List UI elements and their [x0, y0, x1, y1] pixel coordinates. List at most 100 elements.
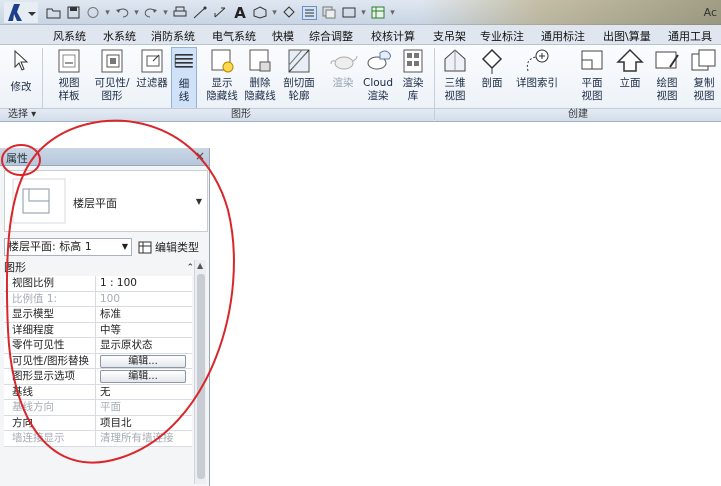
close-hidden-icon[interactable] — [320, 4, 338, 22]
collapse-icon[interactable]: ⌃ — [186, 260, 194, 276]
tab-verification[interactable]: 校核计算 — [371, 28, 415, 44]
prop-row: 详细程度 中等 — [4, 322, 192, 338]
product-brand: Ac — [703, 6, 717, 19]
plan-views-button[interactable]: 平面 视图 — [576, 47, 608, 103]
tab-general-annotation[interactable]: 通用标注 — [541, 28, 585, 44]
thin-lines-button[interactable]: 细 线 — [171, 47, 197, 109]
tab-water-system[interactable]: 水系统 — [103, 28, 136, 44]
tab-supports[interactable]: 支吊架 — [433, 28, 466, 44]
show-hidden-lines-icon — [211, 49, 234, 73]
remove-hidden-lines-button[interactable]: 删除 隐藏线 — [243, 47, 277, 103]
undo-icon[interactable] — [113, 4, 131, 22]
view-template-button[interactable]: 视图 样板 — [50, 47, 88, 103]
app-logo-icon[interactable] — [4, 2, 38, 23]
cloud-render-icon — [367, 50, 391, 70]
properties-header: 属性 × — [0, 148, 209, 166]
category-graphics[interactable]: 图形 ⌃ — [4, 260, 196, 276]
ribbon-panel: 修改 视图 样板 可见性/ 图形 过滤器 细 线 显示 隐藏线 删除 隐藏线 剖… — [0, 45, 721, 122]
section-icon[interactable] — [280, 4, 298, 22]
graphics-panel-label: 图形 — [48, 108, 434, 121]
detail-level-input[interactable]: 中等 — [96, 323, 192, 338]
view-scale-input[interactable]: 1 : 100 — [96, 276, 192, 291]
underlay-input[interactable]: 无 — [96, 385, 192, 400]
render-gallery-button[interactable]: 渲染 库 — [398, 47, 428, 103]
display-model-input[interactable]: 标准 — [96, 307, 192, 322]
duplicate-view-button[interactable]: 复制 视图 — [688, 47, 720, 103]
render-button[interactable]: 渲染 — [329, 47, 358, 90]
text-icon[interactable]: A — [231, 4, 249, 22]
house-3d-icon — [444, 49, 466, 72]
title-bar: ▾ ▾ ▾ A ▾ ▾ ▾ Ac — [0, 0, 721, 25]
3d-view-button[interactable]: 三维 视图 — [438, 47, 472, 103]
tab-air-system[interactable]: 风系统 — [53, 28, 86, 44]
properties-palette: 属性 × 楼层平面 ▼ 楼层平面: 标高 1 ▼ 编辑类型 图形 ⌃ 视图比例 … — [0, 148, 210, 486]
tab-discipline-annotation[interactable]: 专业标注 — [480, 28, 524, 44]
save-icon[interactable] — [64, 4, 82, 22]
cursor-icon — [14, 49, 29, 71]
prop-row: 可见性/图形替换 编辑... — [4, 353, 192, 369]
tab-general-tools[interactable]: 通用工具 — [668, 28, 712, 44]
edit-type-icon — [138, 241, 152, 253]
workspace-gap — [0, 122, 721, 148]
view-template-icon — [58, 49, 80, 73]
thin-lines-qat-icon[interactable] — [300, 4, 318, 22]
elevation-button[interactable]: 立面 — [614, 47, 646, 90]
tab-fire-system[interactable]: 消防系统 — [151, 28, 195, 44]
type-selector[interactable]: 楼层平面 ▼ — [4, 170, 208, 232]
tab-electrical-system[interactable]: 电气系统 — [212, 28, 256, 44]
visibility-overrides-edit-button[interactable]: 编辑... — [100, 354, 186, 368]
properties-scrollbar[interactable]: ▲ — [194, 260, 206, 484]
scroll-thumb[interactable] — [197, 274, 205, 479]
drafting-view-icon — [655, 51, 679, 69]
3d-view-icon[interactable] — [251, 4, 269, 22]
prop-row: 墙连接显示 清理所有墙连接 — [4, 431, 192, 447]
show-hidden-lines-button[interactable]: 显示 隐藏线 — [205, 47, 239, 103]
dimension-icon[interactable] — [211, 4, 229, 22]
chevron-down-icon[interactable]: ▼ — [196, 197, 202, 206]
remove-hidden-lines-icon — [249, 49, 271, 72]
tab-quick-model[interactable]: 快模 — [272, 28, 294, 44]
modify-button[interactable]: 修改 — [6, 47, 36, 94]
render-gallery-icon — [403, 49, 423, 73]
close-icon[interactable]: × — [195, 149, 205, 163]
graphic-display-options-edit-button[interactable]: 编辑... — [100, 370, 186, 383]
parts-visibility-input[interactable]: 显示原状态 — [96, 338, 192, 353]
callout-button[interactable]: 详图索引 — [513, 47, 561, 90]
prop-row: 比例值 1: 100 — [4, 291, 192, 307]
floor-plan-icon — [12, 178, 66, 224]
cloud-render-button[interactable]: Cloud 渲染 — [360, 47, 396, 103]
orientation-input[interactable]: 项目北 — [96, 416, 192, 431]
tab-output-quantities[interactable]: 出图\算量 — [603, 28, 651, 44]
create-panel-label: 创建 — [435, 108, 721, 121]
edit-type-button[interactable]: 编辑类型 — [138, 239, 199, 255]
print-icon[interactable] — [171, 4, 189, 22]
spreadsheet-icon[interactable] — [369, 4, 387, 22]
prop-row: 图形显示选项 编辑... — [4, 369, 192, 385]
section-button[interactable]: 剖面 — [475, 47, 509, 90]
visibility-graphics-button[interactable]: 可见性/ 图形 — [92, 47, 132, 103]
tab-coordination[interactable]: 综合调整 — [309, 28, 353, 44]
select-panel-label[interactable]: 选择 ▾ — [0, 108, 48, 121]
measure-icon[interactable] — [191, 4, 209, 22]
redo-icon[interactable] — [142, 4, 160, 22]
instance-selector-value: 楼层平面: 标高 1 — [8, 240, 92, 253]
instance-selector[interactable]: 楼层平面: 标高 1 ▼ — [4, 238, 132, 256]
open-icon[interactable] — [44, 4, 62, 22]
ribbon-tab-row: 风系统 水系统 消防系统 电气系统 快模 综合调整 校核计算 支吊架 专业标注 … — [0, 25, 721, 45]
teapot-icon — [330, 55, 358, 70]
prop-row: 零件可见性 显示原状态 — [4, 338, 192, 354]
scroll-up-icon[interactable]: ▲ — [197, 261, 203, 270]
section-marker-icon — [481, 48, 503, 74]
drafting-view-button[interactable]: 绘图 视图 — [652, 47, 682, 103]
category-label: 图形 — [4, 261, 26, 274]
quick-access-toolbar: ▾ ▾ ▾ A ▾ ▾ ▾ — [44, 3, 396, 22]
sync-icon[interactable] — [84, 4, 102, 22]
prop-row: 视图比例 1 : 100 — [4, 276, 192, 292]
drawing-area[interactable] — [211, 148, 721, 486]
switch-windows-icon[interactable] — [340, 4, 358, 22]
chevron-down-icon: ▼ — [121, 242, 128, 251]
cut-profile-button[interactable]: 剖切面 轮廓 — [280, 47, 318, 103]
elevation-icon — [616, 48, 644, 72]
filters-button[interactable]: 过滤器 — [134, 47, 170, 90]
prop-row: 方向 项目北 — [4, 415, 192, 431]
